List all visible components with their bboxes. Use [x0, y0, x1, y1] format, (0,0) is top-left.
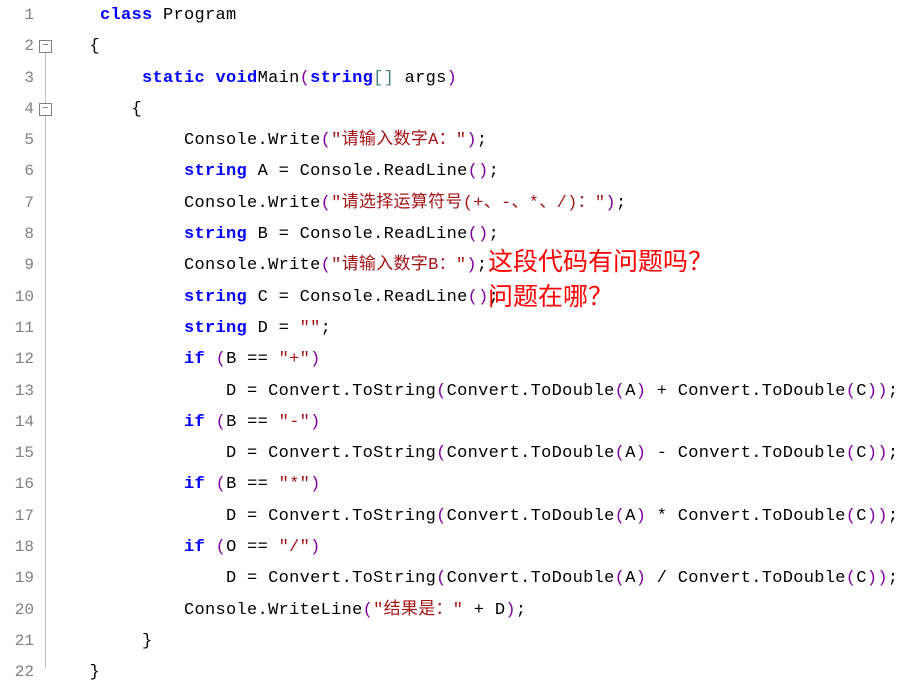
line-number: 15 — [0, 438, 34, 469]
code-line[interactable]: string A = Console.ReadLine(); — [58, 156, 920, 187]
line-number: 2 — [0, 31, 34, 62]
line-number: 13 — [0, 376, 34, 407]
fold-toggle-icon[interactable]: − — [39, 40, 52, 53]
line-number: 10 — [0, 282, 34, 313]
annotation-line: 问题在哪？ — [488, 280, 713, 315]
line-number: 17 — [0, 501, 34, 532]
question-annotation: 这段代码有问题吗？ 问题在哪？ — [488, 245, 713, 315]
line-number: 1 — [0, 0, 34, 31]
line-number: 5 — [0, 125, 34, 156]
code-line[interactable]: static voidMain(string[] args) — [58, 63, 920, 94]
line-number: 14 — [0, 407, 34, 438]
line-number: 22 — [0, 657, 34, 688]
code-line[interactable]: D = Convert.ToString(Convert.ToDouble(A)… — [58, 501, 920, 532]
code-line[interactable]: { — [58, 94, 920, 125]
code-line[interactable]: if (O == "/") — [58, 532, 920, 563]
line-number: 9 — [0, 250, 34, 281]
code-line[interactable]: Console.WriteLine("结果是：" + D); — [58, 595, 920, 626]
line-number: 8 — [0, 219, 34, 250]
code-line[interactable]: Console.Write("请选择运算符号(+、-、*、/)："); — [58, 188, 920, 219]
line-number: 19 — [0, 563, 34, 594]
line-number: 18 — [0, 532, 34, 563]
line-number: 6 — [0, 156, 34, 187]
line-number: 3 — [0, 63, 34, 94]
fold-column: − − — [36, 0, 58, 690]
annotation-line: 这段代码有问题吗？ — [488, 245, 713, 280]
code-line[interactable]: D = Convert.ToString(Convert.ToDouble(A)… — [58, 563, 920, 594]
code-line[interactable]: if (B == "*") — [58, 469, 920, 500]
line-number: 11 — [0, 313, 34, 344]
code-editor[interactable]: 1 2 3 4 5 6 7 8 9 10 11 12 13 14 15 16 1… — [0, 0, 920, 690]
code-line[interactable]: } — [58, 626, 920, 657]
code-line[interactable]: D = Convert.ToString(Convert.ToDouble(A)… — [58, 376, 920, 407]
line-number: 16 — [0, 469, 34, 500]
code-line[interactable]: Console.Write("请输入数字A："); — [58, 125, 920, 156]
code-line[interactable]: { — [58, 31, 920, 62]
fold-toggle-icon[interactable]: − — [39, 103, 52, 116]
fold-guide-line — [45, 53, 46, 668]
code-line[interactable]: D = Convert.ToString(Convert.ToDouble(A)… — [58, 438, 920, 469]
line-number: 12 — [0, 344, 34, 375]
line-number: 21 — [0, 626, 34, 657]
code-line[interactable]: if (B == "+") — [58, 344, 920, 375]
code-line[interactable]: string D = ""; — [58, 313, 920, 344]
code-line[interactable]: class Program — [58, 0, 920, 31]
code-area[interactable]: class Program { static voidMain(string[]… — [58, 0, 920, 690]
line-number: 4 — [0, 94, 34, 125]
line-number: 20 — [0, 595, 34, 626]
code-line[interactable]: } — [58, 657, 920, 688]
code-line[interactable]: if (B == "-") — [58, 407, 920, 438]
line-number-gutter: 1 2 3 4 5 6 7 8 9 10 11 12 13 14 15 16 1… — [0, 0, 36, 690]
line-number: 7 — [0, 188, 34, 219]
